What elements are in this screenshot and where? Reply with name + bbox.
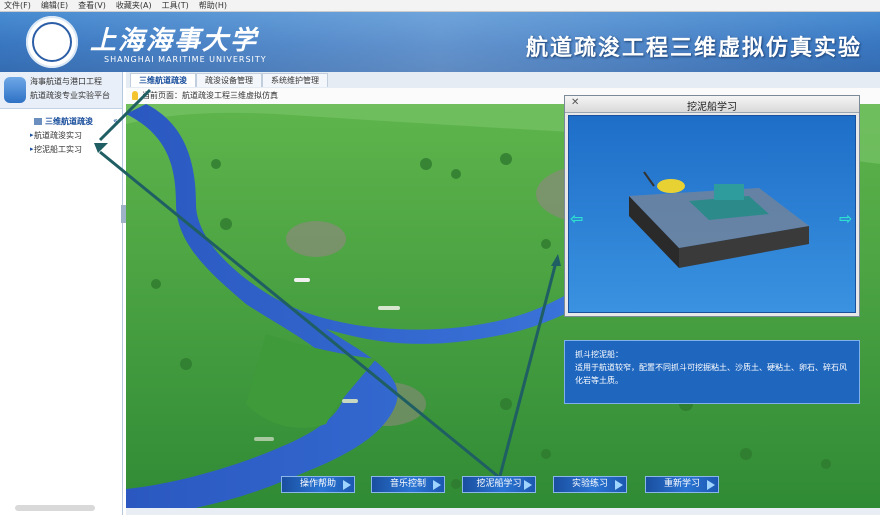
help-button[interactable]: 操作帮助 (281, 476, 355, 493)
school-name-cn: 上海海事大学 (90, 26, 259, 56)
info-title: 抓斗挖泥船： (575, 350, 623, 359)
menu-view[interactable]: 查看(V) (78, 0, 106, 11)
tab-equipment-management[interactable]: 疏浚设备管理 (196, 73, 262, 87)
music-control-button[interactable]: 音乐控制 (371, 476, 445, 493)
ship-icon (342, 399, 358, 403)
dredger-learning-button[interactable]: 挖泥船学习 (462, 476, 536, 493)
hint-text: 当前页面：航道疏浚工程三维虚拟仿真 (142, 91, 278, 100)
dredger-model (629, 171, 809, 268)
folder-icon (34, 118, 42, 125)
menu-tools[interactable]: 工具(T) (162, 0, 189, 11)
tab-bar: 三维航道疏浚 疏浚设备管理 系统维护管理 (126, 72, 880, 89)
ship-icon (378, 306, 400, 310)
user-info-line-1: 海事航道与港口工程 (30, 77, 102, 86)
user-info-line-2: 航道疏浚专业实验平台 (30, 91, 110, 100)
bullet-icon: ▸ (30, 145, 34, 153)
ship-icon (294, 278, 310, 282)
scene-scrollbar[interactable] (126, 508, 880, 515)
popup-title-bar[interactable]: ✕ 挖泥船学习 (565, 96, 859, 113)
lightbulb-icon (132, 91, 138, 100)
ship-icon (254, 437, 274, 441)
sidebar: 海事航道与港口工程 航道疏浚专业实验平台 三维航道疏浚 « ▸ 航道疏浚实习 ▸… (0, 72, 123, 515)
menu-help[interactable]: 帮助(H) (199, 0, 227, 11)
sidebar-item-dredger-practice[interactable]: 挖泥船工实习 (34, 144, 82, 155)
bullet-icon: ▸ (30, 131, 34, 139)
info-text: 适用于航道较窄，配置不同抓斗可挖掘粘土、沙质土、硬粘土、卵石、碎石风化岩等土质。 (575, 363, 847, 385)
user-avatar-icon (4, 77, 26, 103)
school-name-en: SHANGHAI MARITIME UNIVERSITY (104, 55, 267, 64)
crane-boom (643, 171, 655, 187)
popup-title: 挖泥船学习 (687, 102, 737, 113)
tree-collapse-toggle[interactable]: « (113, 116, 118, 125)
menu-edit[interactable]: 编辑(E) (41, 0, 68, 11)
tree-root-label[interactable]: 三维航道疏浚 (45, 116, 93, 127)
menu-file[interactable]: 文件(F) (4, 0, 31, 11)
practice-button[interactable]: 实验练习 (553, 476, 627, 493)
dredger-cabin (714, 184, 744, 200)
university-seal-icon (26, 16, 78, 68)
right-arrow-icon[interactable]: ⇨ (839, 209, 852, 228)
header-banner: 上海海事大学 SHANGHAI MARITIME UNIVERSITY 航道疏浚… (0, 12, 880, 72)
menu-bar: 文件(F) 编辑(E) 查看(V) 收藏夹(A) 工具(T) 帮助(H) (0, 0, 880, 12)
tab-3d-dredging[interactable]: 三维航道疏浚 (130, 73, 196, 87)
sidebar-scrollbar[interactable] (15, 505, 95, 511)
dredger-info-box: 抓斗挖泥船： 适用于航道较窄，配置不同抓斗可挖掘粘土、沙质土、硬粘土、卵石、碎石… (564, 340, 860, 404)
rocky-hill (286, 221, 346, 257)
user-info-box: 海事航道与港口工程 航道疏浚专业实验平台 (0, 72, 122, 109)
left-arrow-icon[interactable]: ⇦ (570, 209, 583, 228)
app-title: 航道疏浚工程三维虚拟仿真实验 (525, 36, 862, 61)
sidebar-item-dredging-practice[interactable]: 航道疏浚实习 (34, 130, 82, 141)
grab-crane (657, 179, 685, 193)
menu-favorites[interactable]: 收藏夹(A) (116, 0, 152, 11)
tab-system-maintenance[interactable]: 系统维护管理 (262, 73, 328, 87)
relearn-button[interactable]: 重新学习 (645, 476, 719, 493)
popup-body (568, 115, 856, 313)
dredger-learning-popup: ✕ 挖泥船学习 ⇦ ⇨ (564, 95, 860, 317)
